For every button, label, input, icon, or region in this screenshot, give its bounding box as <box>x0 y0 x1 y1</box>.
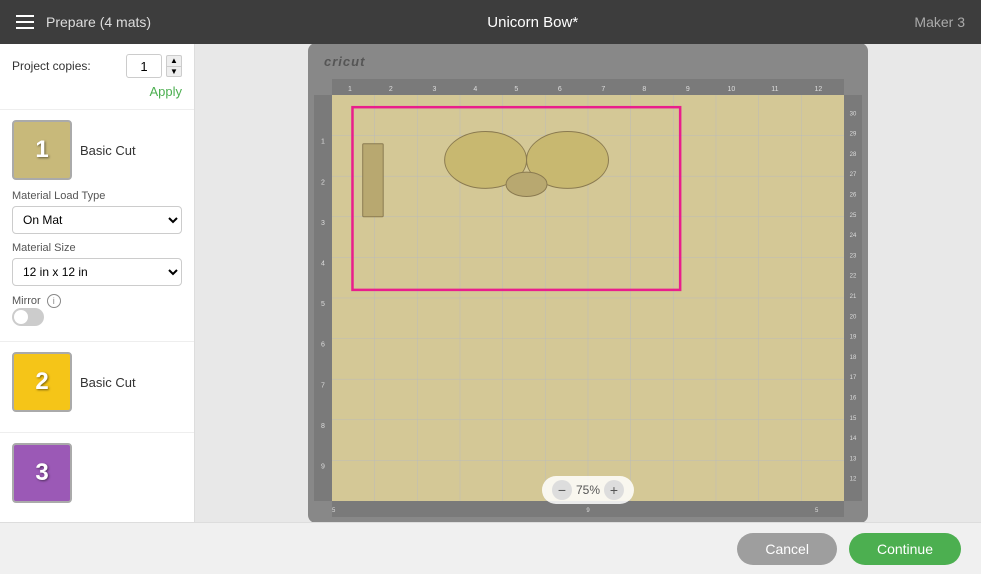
prepare-title: Prepare (4 mats) <box>46 14 151 30</box>
svg-text:26: 26 <box>850 193 857 199</box>
svg-text:6: 6 <box>321 342 325 349</box>
svg-text:13: 13 <box>850 456 857 462</box>
copies-up-button[interactable]: ▲ <box>166 55 182 66</box>
header-left: Prepare (4 mats) <box>16 14 151 30</box>
grid-svg <box>332 95 844 501</box>
svg-text:27: 27 <box>850 172 857 178</box>
left-ruler-svg: 1 2 3 4 5 6 7 8 9 <box>314 95 332 501</box>
svg-text:4: 4 <box>473 86 477 93</box>
mat-label-2: Basic Cut <box>80 375 136 390</box>
material-load-label: Material Load Type <box>12 190 182 202</box>
svg-text:10: 10 <box>727 86 735 93</box>
svg-text:18: 18 <box>850 355 857 361</box>
project-name: Unicorn Bow* <box>487 14 578 31</box>
mirror-row: Mirror i <box>12 294 182 308</box>
svg-text:15: 15 <box>850 416 857 422</box>
mat-card-top-2: 2 Basic Cut <box>12 352 182 412</box>
svg-text:12: 12 <box>850 477 857 483</box>
svg-text:7: 7 <box>321 382 325 389</box>
sidebar: Project copies: 1 ▲ ▼ Apply 1 Basic <box>0 44 195 522</box>
copies-arrows: ▲ ▼ <box>166 55 182 77</box>
material-size-group: Material Size 12 in x 12 in 12 in x 24 i… <box>12 242 182 286</box>
svg-text:23: 23 <box>850 253 857 259</box>
svg-text:8: 8 <box>321 423 325 430</box>
svg-text:1: 1 <box>348 86 352 93</box>
mat-card-3: 3 <box>0 433 194 522</box>
top-ruler-svg: 1 2 3 4 5 6 7 8 9 10 11 <box>332 79 844 95</box>
sidebar-scroll: 1 Basic Cut Material Load Type On Mat Wi… <box>0 110 194 522</box>
material-load-group: Material Load Type On Mat Without Mat <box>12 190 182 234</box>
mirror-toggle[interactable] <box>12 308 44 326</box>
svg-text:30: 30 <box>850 111 857 117</box>
mat-card-top-1: 1 Basic Cut <box>12 120 182 180</box>
mat-label-1: Basic Cut <box>80 143 136 158</box>
zoom-out-button[interactable]: − <box>552 480 572 500</box>
copies-down-button[interactable]: ▼ <box>166 66 182 77</box>
mirror-info-icon[interactable]: i <box>47 294 61 308</box>
mat-number-3: 3 <box>35 459 48 487</box>
app-header: Prepare (4 mats) Unicorn Bow* Maker 3 <box>0 0 981 44</box>
svg-text:3: 3 <box>432 86 436 93</box>
mat-header-bar: cricut <box>308 44 868 79</box>
svg-text:12: 12 <box>815 86 823 93</box>
main-layout: Project copies: 1 ▲ ▼ Apply 1 Basic <box>0 44 981 522</box>
svg-text:16: 16 <box>850 396 857 402</box>
svg-text:9: 9 <box>321 464 325 471</box>
svg-text:9: 9 <box>686 86 690 93</box>
svg-text:11: 11 <box>771 86 778 93</box>
mat-card-1: 1 Basic Cut Material Load Type On Mat Wi… <box>0 110 194 342</box>
svg-text:28: 28 <box>850 152 857 158</box>
svg-text:6: 6 <box>558 86 562 93</box>
mat-thumbnail-3: 3 <box>12 443 72 503</box>
continue-button[interactable]: Continue <box>849 533 961 565</box>
canvas-area: cricut 1 2 3 4 <box>195 44 981 522</box>
svg-text:7: 7 <box>601 86 605 93</box>
mat-card-2: 2 Basic Cut <box>0 342 194 433</box>
svg-text:1: 1 <box>321 139 325 146</box>
svg-text:24: 24 <box>850 233 857 239</box>
svg-text:5: 5 <box>321 301 325 308</box>
svg-text:4: 4 <box>321 261 325 268</box>
svg-text:2: 2 <box>389 86 393 93</box>
apply-button[interactable]: Apply <box>12 84 182 99</box>
svg-text:21: 21 <box>850 294 857 300</box>
svg-text:14: 14 <box>850 436 857 442</box>
material-size-select[interactable]: 12 in x 12 in 12 in x 24 in <box>12 258 182 286</box>
footer: Cancel Continue <box>0 522 981 574</box>
svg-text:22: 22 <box>850 274 857 280</box>
svg-text:5: 5 <box>514 86 518 93</box>
hamburger-icon[interactable] <box>16 15 34 29</box>
mat-thumbnail-2: 2 <box>12 352 72 412</box>
material-size-label: Material Size <box>12 242 182 254</box>
cancel-button[interactable]: Cancel <box>737 533 837 565</box>
mat-preview: cricut 1 2 3 4 <box>308 44 868 522</box>
sidebar-top: Project copies: 1 ▲ ▼ Apply <box>0 44 194 110</box>
right-ruler-svg: 30 29 28 27 26 25 24 23 22 21 20 <box>844 95 862 501</box>
mat-card-top-3: 3 <box>12 443 182 503</box>
svg-text:25: 25 <box>850 213 857 219</box>
svg-text:3: 3 <box>321 220 325 227</box>
zoom-control: − 75% + <box>542 476 634 504</box>
zoom-in-button[interactable]: + <box>604 480 624 500</box>
material-load-select[interactable]: On Mat Without Mat <box>12 206 182 234</box>
copies-control: 1 ▲ ▼ <box>126 54 182 78</box>
mat-number-2: 2 <box>35 368 48 396</box>
device-name: Maker 3 <box>914 14 965 30</box>
svg-text:2: 2 <box>321 179 325 186</box>
mirror-label: Mirror <box>12 295 41 307</box>
svg-text:20: 20 <box>850 314 857 320</box>
svg-text:8: 8 <box>642 86 646 93</box>
mat-thumbnail-1: 1 <box>12 120 72 180</box>
cricut-logo: cricut <box>324 54 365 69</box>
svg-text:17: 17 <box>850 375 857 381</box>
svg-text:29: 29 <box>850 132 857 138</box>
svg-text:19: 19 <box>850 335 857 341</box>
mat-number-1: 1 <box>35 136 48 164</box>
project-copies-label: Project copies: <box>12 59 91 73</box>
mat-outer: cricut 1 2 3 4 <box>308 44 868 522</box>
copies-input[interactable]: 1 <box>126 54 162 78</box>
project-copies-row: Project copies: 1 ▲ ▼ <box>12 54 182 78</box>
zoom-level: 75% <box>576 483 600 497</box>
